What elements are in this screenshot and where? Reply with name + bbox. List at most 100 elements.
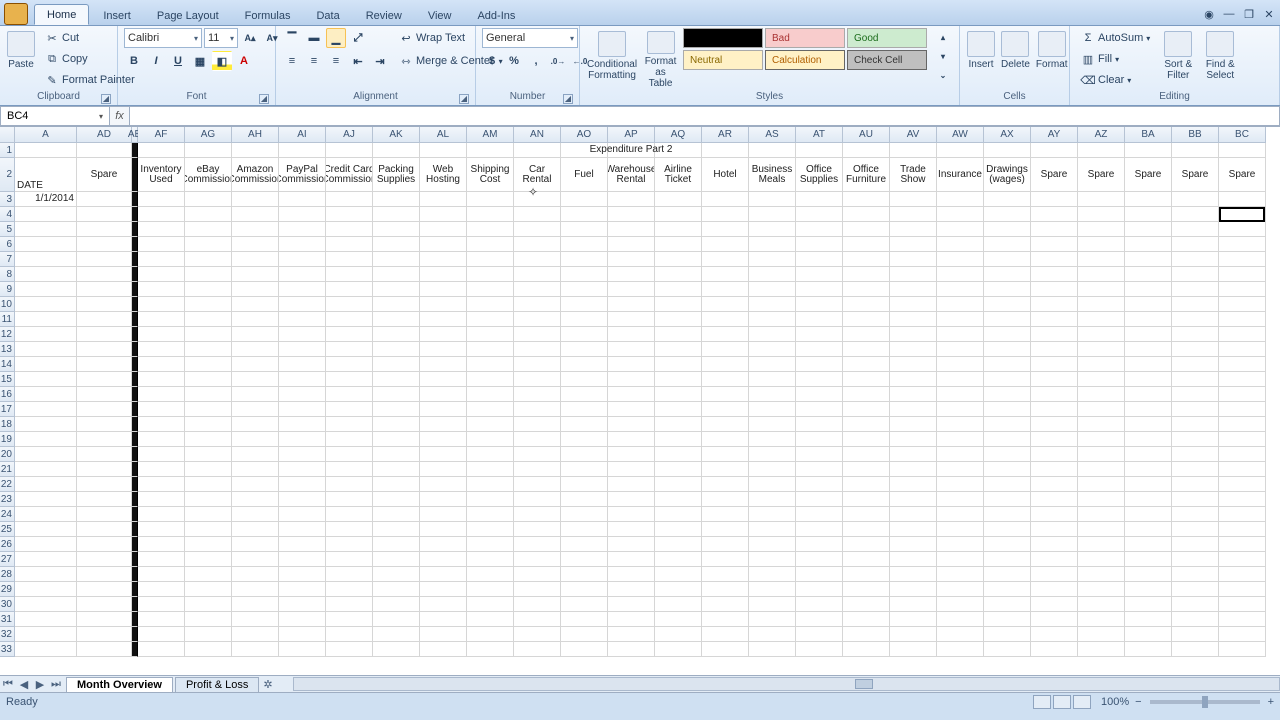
cell[interactable]	[138, 522, 185, 537]
cell[interactable]	[514, 312, 561, 327]
cell[interactable]	[185, 507, 232, 522]
align-center-button[interactable]: ≡	[304, 51, 324, 71]
cell[interactable]	[796, 477, 843, 492]
cell[interactable]	[232, 627, 279, 642]
cell[interactable]: Spare	[1172, 158, 1219, 192]
cell[interactable]	[514, 402, 561, 417]
cell[interactable]	[467, 267, 514, 282]
cell[interactable]	[749, 312, 796, 327]
cell[interactable]	[467, 282, 514, 297]
cell[interactable]	[279, 342, 326, 357]
cell[interactable]	[561, 342, 608, 357]
cell[interactable]	[655, 312, 702, 327]
cell[interactable]	[185, 312, 232, 327]
styles-gallery-more[interactable]: ⌄	[933, 66, 953, 84]
cell[interactable]	[1172, 312, 1219, 327]
cell[interactable]: Airline Ticket	[655, 158, 702, 192]
cell[interactable]	[1172, 417, 1219, 432]
cell[interactable]	[185, 327, 232, 342]
cell[interactable]	[232, 143, 279, 158]
cell[interactable]	[1125, 627, 1172, 642]
font-name-combo[interactable]: Calibri▾	[124, 28, 202, 48]
align-left-button[interactable]: ≡	[282, 51, 302, 71]
cell[interactable]	[984, 597, 1031, 612]
style-normal[interactable]	[683, 28, 763, 48]
cell[interactable]	[655, 342, 702, 357]
cell[interactable]	[984, 612, 1031, 627]
cell[interactable]	[1078, 627, 1125, 642]
cell[interactable]: Credit Card Commission	[326, 158, 373, 192]
styles-row-up[interactable]: ▴	[933, 28, 953, 46]
column-header[interactable]: AT	[796, 127, 843, 143]
style-bad[interactable]: Bad	[765, 28, 845, 48]
cell[interactable]	[796, 567, 843, 582]
cell[interactable]	[749, 492, 796, 507]
cell[interactable]	[1219, 297, 1266, 312]
cell[interactable]	[185, 417, 232, 432]
cell[interactable]	[749, 582, 796, 597]
cell[interactable]	[185, 567, 232, 582]
cell[interactable]	[1125, 222, 1172, 237]
column-header[interactable]: AI	[279, 127, 326, 143]
cell[interactable]	[77, 222, 132, 237]
cell[interactable]	[1125, 192, 1172, 207]
cell[interactable]	[984, 372, 1031, 387]
accounting-format-button[interactable]: $	[482, 51, 502, 71]
cell[interactable]	[984, 267, 1031, 282]
cell[interactable]	[608, 627, 655, 642]
cell[interactable]	[1125, 447, 1172, 462]
cell[interactable]	[890, 582, 937, 597]
cell[interactable]	[1219, 143, 1266, 158]
cell[interactable]	[702, 143, 749, 158]
cell[interactable]	[279, 582, 326, 597]
cell[interactable]	[15, 612, 77, 627]
cell[interactable]	[326, 507, 373, 522]
cell[interactable]	[1219, 312, 1266, 327]
cell[interactable]	[1031, 252, 1078, 267]
row-header[interactable]: 18	[0, 417, 15, 432]
cell[interactable]	[890, 447, 937, 462]
cell[interactable]	[514, 642, 561, 657]
cell[interactable]	[796, 222, 843, 237]
conditional-formatting-button[interactable]: Conditional Formatting	[586, 28, 638, 90]
cell[interactable]	[514, 282, 561, 297]
cell[interactable]	[937, 597, 984, 612]
cell[interactable]	[702, 522, 749, 537]
cell[interactable]	[1031, 477, 1078, 492]
cell[interactable]	[279, 222, 326, 237]
cell[interactable]	[1219, 267, 1266, 282]
cell[interactable]	[655, 222, 702, 237]
cell[interactable]	[608, 597, 655, 612]
cell[interactable]	[326, 432, 373, 447]
column-header[interactable]: AW	[937, 127, 984, 143]
cell[interactable]	[843, 387, 890, 402]
cell[interactable]	[185, 462, 232, 477]
cell[interactable]	[843, 207, 890, 222]
cell[interactable]	[1125, 267, 1172, 282]
clipboard-dialog-launcher[interactable]: ◢	[101, 94, 111, 104]
cell[interactable]	[890, 192, 937, 207]
cell[interactable]	[561, 357, 608, 372]
cell[interactable]	[890, 402, 937, 417]
cell[interactable]	[843, 552, 890, 567]
cell[interactable]	[1219, 612, 1266, 627]
cell[interactable]	[514, 627, 561, 642]
cell[interactable]	[608, 282, 655, 297]
cell[interactable]	[1172, 267, 1219, 282]
cell[interactable]	[1078, 402, 1125, 417]
cell[interactable]	[1078, 237, 1125, 252]
cell[interactable]	[1078, 252, 1125, 267]
cell[interactable]	[514, 237, 561, 252]
cell[interactable]	[77, 537, 132, 552]
cell[interactable]	[1031, 312, 1078, 327]
cell[interactable]	[655, 447, 702, 462]
cell[interactable]	[608, 462, 655, 477]
cell[interactable]	[1078, 342, 1125, 357]
cell[interactable]	[1125, 537, 1172, 552]
cell[interactable]	[1219, 387, 1266, 402]
cell[interactable]: Warehouse Rental	[608, 158, 655, 192]
cell[interactable]	[77, 582, 132, 597]
cell[interactable]	[373, 417, 420, 432]
cell[interactable]	[1125, 297, 1172, 312]
cell[interactable]	[373, 222, 420, 237]
